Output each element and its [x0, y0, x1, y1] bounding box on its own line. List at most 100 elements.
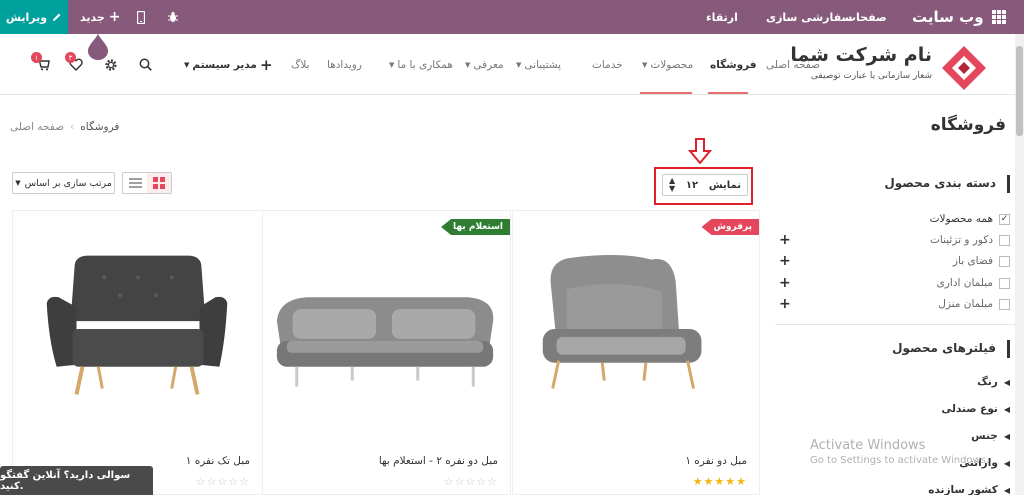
category-outdoor[interactable]: فضای باز: [953, 253, 1010, 269]
new-label: جدید: [80, 10, 105, 24]
caret-down-icon: ▼: [389, 60, 395, 69]
debug-bug-icon[interactable]: [167, 0, 179, 34]
main-navbar: نام شرکت شما شعار سازمانی یا عبارت توصیف…: [0, 34, 1024, 95]
edit-label: ویرایش: [5, 10, 48, 24]
caret-down-icon: ▼: [184, 60, 190, 69]
nav-support[interactable]: ▼ پشتیبانی: [516, 34, 561, 95]
product-name[interactable]: مبل تک نفره ۱: [186, 455, 250, 467]
wishlist-heart-icon[interactable]: [67, 34, 85, 95]
checkbox[interactable]: [999, 277, 1010, 289]
chevron-left-icon: ‹: [70, 121, 75, 133]
sort-arrows-icon: ▲ ▼: [669, 176, 676, 193]
nav-shop-underline: [708, 92, 748, 94]
live-chat-button[interactable]: سوالی دارید؟ آنلاین گفتگو کنید.: [0, 466, 153, 495]
nav-shop[interactable]: فروشگاه: [710, 34, 757, 95]
drop-decoration-icon: [88, 34, 108, 60]
product-card[interactable]: پرفروش مبل دو نفره ۱ ★★★★★: [512, 210, 760, 495]
cart-count-badge: ۱: [31, 52, 42, 63]
nav-intro[interactable]: ▼ معرفی: [465, 34, 504, 95]
caret-left-icon: ◀: [1003, 404, 1010, 414]
product-ribbon: پرفروش: [701, 219, 759, 235]
nav-services[interactable]: خدمات: [592, 34, 623, 95]
expand-plus-icon[interactable]: +: [779, 232, 791, 248]
cart-icon[interactable]: [34, 34, 52, 95]
product-card[interactable]: استعلام بها مبل دو نفره ۲ - استعلام بها …: [262, 210, 511, 495]
category-all-products[interactable]: همه محصولات ✓: [930, 211, 1010, 227]
new-button[interactable]: جدید +: [80, 0, 121, 34]
mobile-preview-icon[interactable]: [137, 0, 145, 34]
plus-icon: +: [108, 9, 121, 25]
nav-blog[interactable]: بلاگ: [291, 34, 310, 95]
view-toggle: [122, 172, 172, 194]
pages-menu[interactable]: صفحات: [845, 0, 887, 34]
wishlist-count-badge: ۳: [65, 52, 76, 63]
expand-plus-icon[interactable]: +: [779, 275, 791, 291]
caret-down-icon: ▼: [642, 60, 648, 69]
filters-title-marker: [1007, 340, 1010, 358]
pencil-icon: [53, 13, 61, 21]
caret-left-icon: ◀: [1003, 431, 1010, 441]
company-tagline: شعار سازمانی یا عبارت توصیفی: [810, 71, 932, 81]
filter-color[interactable]: رنگ ◀: [977, 374, 1010, 390]
company-logo[interactable]: نام شرکت شما شعار سازمانی یا عبارت توصیف…: [790, 42, 986, 90]
checkbox[interactable]: [999, 298, 1010, 310]
checkbox[interactable]: [999, 255, 1010, 267]
breadcrumb-current: فروشگاه: [80, 121, 120, 133]
category-decor[interactable]: دکور و تزئینات: [930, 232, 1010, 248]
website-brand[interactable]: وب سایت: [912, 0, 984, 34]
scrollbar-thumb[interactable]: [1016, 46, 1023, 136]
nav-events[interactable]: رویدادها: [327, 34, 362, 95]
product-name[interactable]: مبل دو نفره ۲ - استعلام بها: [379, 455, 498, 467]
page-title: فروشگاه: [930, 115, 1006, 135]
customize-menu[interactable]: سفارشی سازی: [766, 0, 852, 34]
product-image-sofa: [542, 255, 702, 389]
add-menu-plus-icon[interactable]: +: [260, 34, 273, 95]
categories-title-marker: [1007, 175, 1010, 193]
filters-title: فیلترهای محصول: [892, 341, 996, 355]
products-per-page-select[interactable]: ▲ ▼ ۱۲ نمایش: [662, 174, 748, 196]
category-home-furniture[interactable]: مبلمان منزل: [938, 296, 1010, 312]
list-view-button[interactable]: [123, 173, 147, 193]
watermark-line1: Activate Windows: [810, 438, 926, 453]
category-office-furniture[interactable]: مبلمان اداری: [937, 275, 1010, 291]
list-view-icon: [128, 178, 142, 188]
checkbox[interactable]: [999, 234, 1010, 246]
grid-view-icon: [153, 177, 165, 189]
windows-activation-watermark: Activate Windows Go to Settings to activ…: [810, 438, 989, 466]
rating-stars-icon: ★★★★★: [692, 475, 747, 488]
checkbox-checked[interactable]: ✓: [999, 213, 1010, 225]
nav-home[interactable]: صفحه اصلی: [766, 34, 820, 95]
filter-chair-type[interactable]: نوع صندلی ◀: [941, 401, 1010, 417]
product-image-armchair: [46, 255, 228, 395]
rating-stars-icon: ☆☆☆☆☆: [443, 475, 498, 488]
product-ribbon: استعلام بها: [441, 219, 510, 235]
upgrade-menu[interactable]: ارتقاء: [706, 0, 738, 34]
sort-label: مرتب سازی بر اساس: [24, 177, 112, 189]
breadcrumb-home-link[interactable]: صفحه اصلی: [10, 121, 64, 133]
product-card[interactable]: مبل تک نفره ۱ ☆☆☆☆☆: [12, 210, 263, 495]
apps-grid-icon[interactable]: [992, 0, 1006, 34]
edit-button[interactable]: ویرایش: [0, 0, 68, 34]
caret-down-icon: ▼: [465, 60, 471, 69]
product-image-sofa: [276, 297, 494, 387]
expand-plus-icon[interactable]: +: [779, 296, 791, 312]
filter-country[interactable]: کشور سازنده ◀: [928, 482, 1010, 495]
watermark-line2: Go to Settings to activate Windows.: [810, 455, 990, 466]
grid-view-button[interactable]: [147, 173, 171, 193]
nav-products[interactable]: ▼ محصولات: [642, 34, 693, 95]
expand-plus-icon[interactable]: +: [779, 253, 791, 269]
page-scrollbar[interactable]: [1015, 34, 1024, 495]
caret-down-icon: ▼: [516, 60, 522, 69]
caret-down-icon: ▼: [15, 179, 21, 187]
categories-title: دسته بندی محصول: [884, 176, 996, 190]
caret-left-icon: ◀: [1003, 377, 1010, 387]
nav-products-underline: [640, 92, 692, 94]
search-icon[interactable]: [137, 34, 153, 95]
admin-bar: ویرایش جدید + ارتقاء سفارشی سازی صفحات و…: [0, 0, 1024, 34]
sort-select[interactable]: ▼ مرتب سازی بر اساس: [12, 172, 115, 194]
nav-cooperate[interactable]: ▼ همکاری با ما: [389, 34, 453, 95]
product-name[interactable]: مبل دو نفره ۱: [685, 455, 747, 467]
products-per-page-label: نمایش: [708, 179, 741, 191]
user-menu[interactable]: ▼ مدیر سیستم: [184, 34, 257, 95]
logo-mark-icon: [942, 46, 986, 90]
